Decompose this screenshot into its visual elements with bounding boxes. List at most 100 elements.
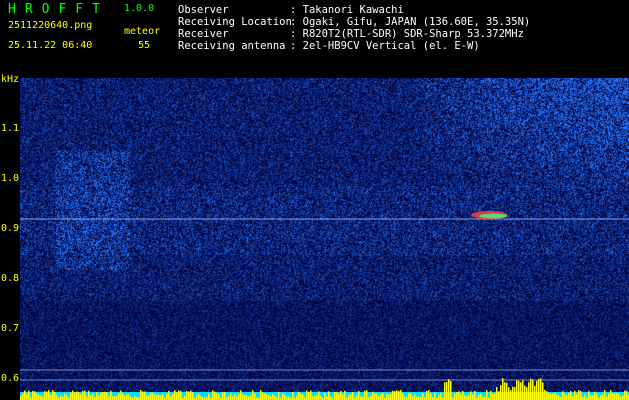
signal-level-bar (308, 391, 310, 400)
signal-level-bar (600, 395, 602, 400)
signal-level-bar (546, 391, 548, 400)
signal-level-bar (246, 395, 248, 400)
signal-level-bar (288, 396, 290, 400)
meteor-echo-core (479, 213, 508, 219)
file-datetime: 25.11.22 06:40 (8, 40, 93, 51)
signal-level-bar (464, 394, 466, 400)
signal-level-bar (444, 382, 446, 400)
signal-level-bar (448, 379, 450, 400)
signal-level-bar (72, 390, 74, 400)
signal-level-bar (554, 392, 556, 400)
y-tick-label: 1.1 (1, 123, 20, 134)
meteor-count: 55 (138, 40, 151, 51)
signal-level-bar (318, 391, 320, 400)
signal-level-bar (76, 391, 78, 400)
signal-level-bar (238, 393, 240, 400)
app-version: 1.0.0 (124, 3, 155, 14)
signal-level-bar (434, 392, 436, 400)
signal-level-bar (82, 391, 84, 400)
signal-level-bar (120, 390, 122, 400)
signal-level-bar (590, 395, 592, 400)
signal-level-bar (180, 390, 182, 400)
signal-level-bar (278, 391, 280, 400)
signal-level-bar (122, 393, 124, 400)
signal-level-bar (236, 396, 238, 400)
meteor-label: meteor (124, 26, 161, 37)
signal-level-bar (188, 391, 190, 400)
file-name: 2511220640.png (8, 20, 93, 31)
signal-level-bar (388, 394, 390, 400)
signal-level-bar (422, 393, 424, 400)
y-axis-label: kHz (1, 74, 20, 85)
signal-level-bar (86, 396, 88, 400)
signal-level-bar (284, 395, 286, 400)
signal-level-bar (558, 395, 560, 400)
signal-level-bar (358, 391, 360, 400)
signal-level-bar (300, 393, 302, 400)
signal-level-bar (540, 378, 542, 400)
signal-level-bar (228, 395, 230, 400)
signal-level-bar (392, 390, 394, 400)
signal-level-bar (114, 396, 116, 400)
signal-level-bar (534, 385, 536, 400)
signal-level-bar (396, 390, 398, 400)
signal-level-bar (88, 390, 90, 400)
signal-level-bar (564, 393, 566, 400)
signal-level-bar (622, 395, 624, 400)
signal-level-bar (36, 393, 38, 400)
spectrogram (20, 78, 629, 400)
signal-level-bar (326, 396, 328, 400)
signal-level-bar (218, 394, 220, 400)
signal-level-bar (394, 391, 396, 400)
signal-level-bar (324, 393, 326, 400)
signal-level-bar (328, 391, 330, 400)
signal-level-bar (46, 391, 48, 400)
signal-level-bar (60, 395, 62, 400)
signal-level-bar (596, 394, 598, 400)
signal-level-bar (296, 395, 298, 400)
signal-level-bar (456, 392, 458, 400)
signal-level-bar (190, 390, 192, 400)
signal-level-bar (454, 393, 456, 400)
signal-level-bar (320, 395, 322, 400)
signal-level-bar (348, 394, 350, 400)
info-value-location: : Ogaki, Gifu, JAPAN (136.60E, 35.35N) (290, 16, 531, 28)
signal-level-bar (302, 394, 304, 400)
signal-level-bar (584, 394, 586, 400)
signal-level-bar (512, 386, 514, 400)
signal-level-bar (232, 396, 234, 400)
signal-level-bar (562, 391, 564, 400)
info-key-observer: Observer (178, 4, 229, 16)
spectrogram-overlay (20, 211, 629, 400)
signal-level-bar (602, 394, 604, 400)
signal-level-bar (556, 394, 558, 400)
signal-level-bar (498, 391, 500, 400)
signal-level-bar (24, 390, 26, 400)
signal-level-bar (386, 393, 388, 400)
signal-level-bar (70, 392, 72, 400)
signal-level-bar (130, 396, 132, 400)
signal-level-bar (516, 380, 518, 400)
signal-level-bar (262, 392, 264, 400)
signal-level-bar (84, 390, 86, 400)
signal-level-bar (466, 396, 468, 400)
signal-level-bar (610, 390, 612, 400)
signal-level-bar (108, 396, 110, 400)
signal-level-bar (268, 394, 270, 400)
signal-level-bar (126, 394, 128, 400)
signal-level-bar (478, 394, 480, 400)
signal-level-bar (102, 391, 104, 400)
signal-level-bar (208, 393, 210, 400)
signal-level-bar (544, 389, 546, 400)
signal-level-bar (526, 387, 528, 400)
signal-level-bar (440, 392, 442, 400)
signal-level-bar (310, 390, 312, 400)
signal-level-bar (570, 391, 572, 400)
signal-level-bar (566, 395, 568, 400)
signal-level-bar (380, 394, 382, 400)
signal-level-bar (148, 395, 150, 400)
signal-level-bar (408, 393, 410, 400)
signal-level-bar (20, 396, 22, 400)
signal-level-bar (438, 394, 440, 400)
signal-level-bar (192, 392, 194, 400)
